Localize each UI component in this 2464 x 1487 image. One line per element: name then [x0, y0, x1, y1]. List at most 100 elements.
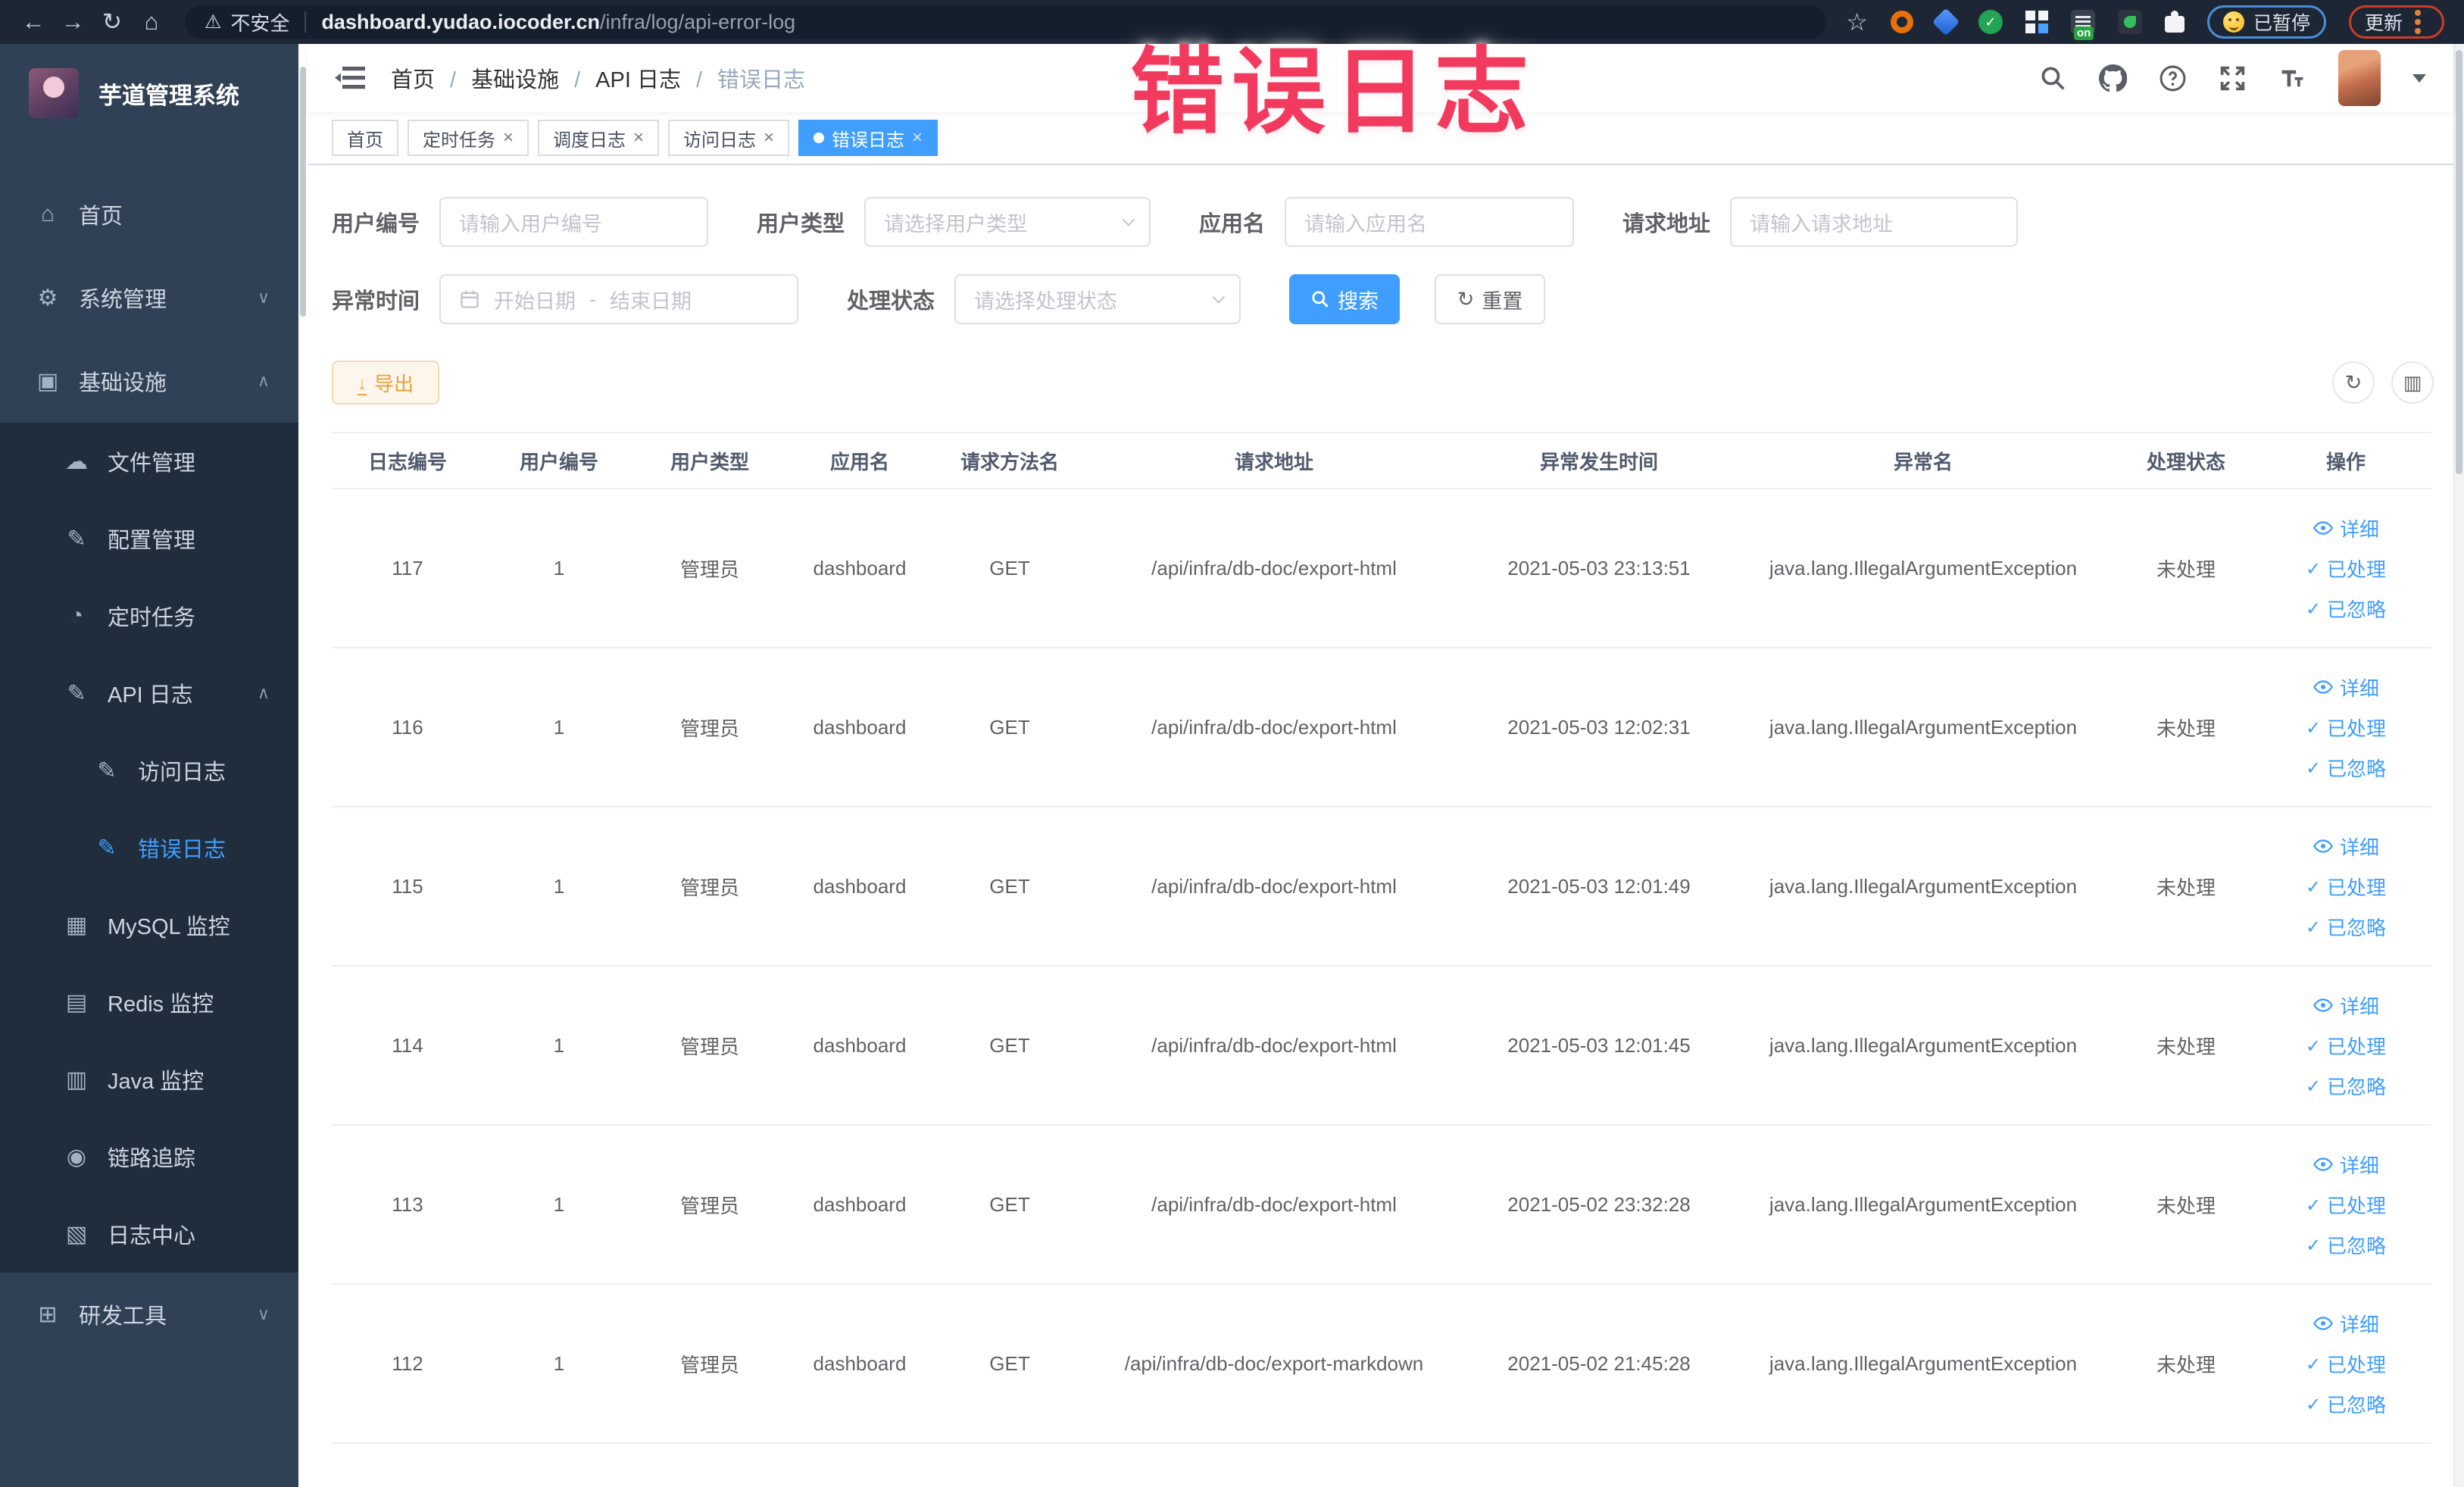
app-name-input[interactable]: 请输入应用名 [1285, 197, 1575, 247]
mark-ignored-link[interactable]: 已忽略 [2306, 754, 2386, 782]
cell-time: 2021-05-03 23:13:51 [1507, 556, 1691, 579]
search-icon[interactable] [2039, 64, 2067, 92]
mark-processed-link[interactable]: 已处理 [2306, 1191, 2386, 1219]
tab[interactable]: 调度日志 [538, 120, 660, 156]
window-scrollbar[interactable] [2453, 44, 2464, 1487]
sidebar-item[interactable]: API 日志 [0, 654, 298, 732]
address-bar[interactable]: 不安全 dashboard.yudao.iocoder.cn/infra/log… [185, 5, 1827, 39]
tab-close-icon[interactable] [633, 129, 644, 147]
mark-processed-link[interactable]: 已处理 [2306, 555, 2386, 583]
forward-button[interactable] [53, 8, 92, 36]
refresh-table-button[interactable] [2332, 361, 2375, 404]
access-log-icon [91, 758, 123, 784]
sidebar-item[interactable]: 首页 [0, 173, 298, 256]
extensions-puzzle-icon[interactable] [2164, 11, 2184, 33]
cell-exception: java.lang.IllegalArgumentException [1769, 1033, 2078, 1057]
check-icon [2306, 1352, 2321, 1376]
collapse-sidebar-icon[interactable] [335, 65, 365, 91]
sidebar-item[interactable]: 基础设施 [0, 339, 298, 423]
tab-close-icon[interactable] [764, 129, 774, 147]
sidebar-item[interactable]: 系统管理 [0, 256, 298, 339]
sidebar-item-label: 首页 [79, 205, 123, 229]
detail-link[interactable]: 详细 [2313, 1151, 2379, 1179]
extension-grid-icon[interactable] [2025, 11, 2035, 20]
not-secure-label[interactable]: 不安全 [230, 8, 289, 36]
page-header: 首页 基础设施 API 日志 错误日志 [308, 44, 2453, 112]
breadcrumb-infra[interactable]: 基础设施 [435, 62, 559, 94]
sidebar-item[interactable]: 配置管理 [0, 500, 298, 577]
tab-close-icon[interactable] [503, 129, 514, 147]
request-url-input[interactable]: 请输入请求地址 [1730, 197, 2019, 247]
browser-menu-icon[interactable] [2415, 19, 2421, 25]
cell-method: GET [989, 1192, 1030, 1216]
tab[interactable]: 错误日志 [798, 120, 938, 156]
mark-ignored-link[interactable]: 已忽略 [2306, 1072, 2386, 1100]
home-button[interactable] [132, 8, 171, 36]
window-scrollbar-thumb[interactable] [2456, 50, 2462, 474]
github-icon[interactable] [2099, 64, 2127, 92]
extension-leaf-icon[interactable] [2117, 10, 2142, 34]
mark-ignored-link[interactable]: 已忽略 [2306, 913, 2386, 941]
divider [304, 11, 307, 33]
detail-link[interactable]: 详细 [2313, 1310, 2379, 1338]
sidebar-item-label: Java 监控 [108, 1070, 205, 1094]
breadcrumb-apilog[interactable]: API 日志 [559, 62, 681, 94]
detail-link[interactable]: 详细 [2313, 514, 2379, 542]
chevron-down-icon [1212, 290, 1226, 304]
sidebar-item[interactable]: MySQL 监控 [0, 886, 298, 964]
app-logo-row[interactable]: 芋道管理系统 [0, 44, 298, 142]
status-select[interactable]: 请选择处理状态 [954, 274, 1241, 324]
sidebar-item[interactable]: Redis 监控 [0, 964, 298, 1041]
font-size-icon[interactable] [2278, 64, 2306, 92]
help-icon[interactable] [2159, 64, 2187, 92]
user-avatar[interactable] [2338, 50, 2381, 106]
tab[interactable]: 首页 [332, 120, 398, 156]
profile-paused-pill[interactable]: 已暂停 [2206, 5, 2326, 39]
export-button[interactable]: 导出 [332, 361, 439, 405]
chevron-up-icon [258, 683, 270, 703]
fullscreen-icon[interactable] [2219, 64, 2247, 92]
sidebar-item[interactable]: 错误日志 [0, 809, 298, 886]
mark-processed-link[interactable]: 已处理 [2306, 1032, 2386, 1060]
detail-link[interactable]: 详细 [2313, 833, 2379, 861]
extension-shield-icon[interactable] [1932, 8, 1960, 36]
extension-ring-icon[interactable] [1890, 11, 1913, 33]
sidebar-item[interactable]: 研发工具 [0, 1273, 298, 1356]
bookmark-star-icon[interactable] [1846, 8, 1868, 36]
sidebar-item[interactable]: 日志中心 [0, 1195, 298, 1273]
mark-processed-link[interactable]: 已处理 [2306, 1350, 2386, 1378]
url-text[interactable]: dashboard.yudao.iocoder.cn/infra/log/api… [321, 11, 795, 34]
sidebar-item[interactable]: Java 监控 [0, 1041, 298, 1118]
detail-link[interactable]: 详细 [2313, 673, 2379, 701]
column-settings-button[interactable] [2391, 361, 2434, 404]
extension-lines-icon[interactable]: on [2070, 10, 2095, 40]
exception-time-label: 异常时间 [332, 289, 420, 314]
tab[interactable]: 访问日志 [668, 120, 790, 156]
extension-check-icon[interactable] [1978, 10, 2003, 34]
mark-processed-link[interactable]: 已处理 [2306, 873, 2386, 901]
mark-ignored-link[interactable]: 已忽略 [2306, 1390, 2386, 1418]
table-toolbar: 导出 [332, 361, 2434, 405]
sidebar-item[interactable]: 文件管理 [0, 423, 298, 500]
back-button[interactable] [14, 8, 53, 36]
sidebar-item[interactable]: 访问日志 [0, 732, 298, 809]
reset-button[interactable]: 重置 [1435, 274, 1546, 324]
date-range-input[interactable]: 开始日期 - 结束日期 [439, 274, 799, 324]
mark-ignored-link[interactable]: 已忽略 [2306, 595, 2386, 623]
sidebar-scrollbar[interactable] [298, 44, 308, 1487]
detail-link[interactable]: 详细 [2313, 992, 2379, 1020]
sidebar-item[interactable]: 定时任务 [0, 577, 298, 654]
mark-ignored-link[interactable]: 已忽略 [2306, 1231, 2386, 1259]
breadcrumb-home[interactable]: 首页 [391, 62, 435, 94]
user-id-input[interactable]: 请输入用户编号 [439, 197, 709, 247]
sidebar-item[interactable]: 链路追踪 [0, 1118, 298, 1195]
search-button[interactable]: 搜索 [1289, 274, 1401, 324]
user-type-select[interactable]: 请选择用户类型 [864, 197, 1151, 247]
user-menu-caret-icon[interactable] [2412, 73, 2426, 83]
sidebar-scrollbar-thumb[interactable] [300, 67, 306, 317]
mark-processed-link[interactable]: 已处理 [2306, 714, 2386, 742]
browser-update-pill[interactable]: 更新 [2348, 5, 2444, 39]
tab[interactable]: 定时任务 [408, 120, 529, 156]
reload-button[interactable] [92, 8, 132, 36]
tab-close-icon[interactable] [912, 129, 923, 147]
